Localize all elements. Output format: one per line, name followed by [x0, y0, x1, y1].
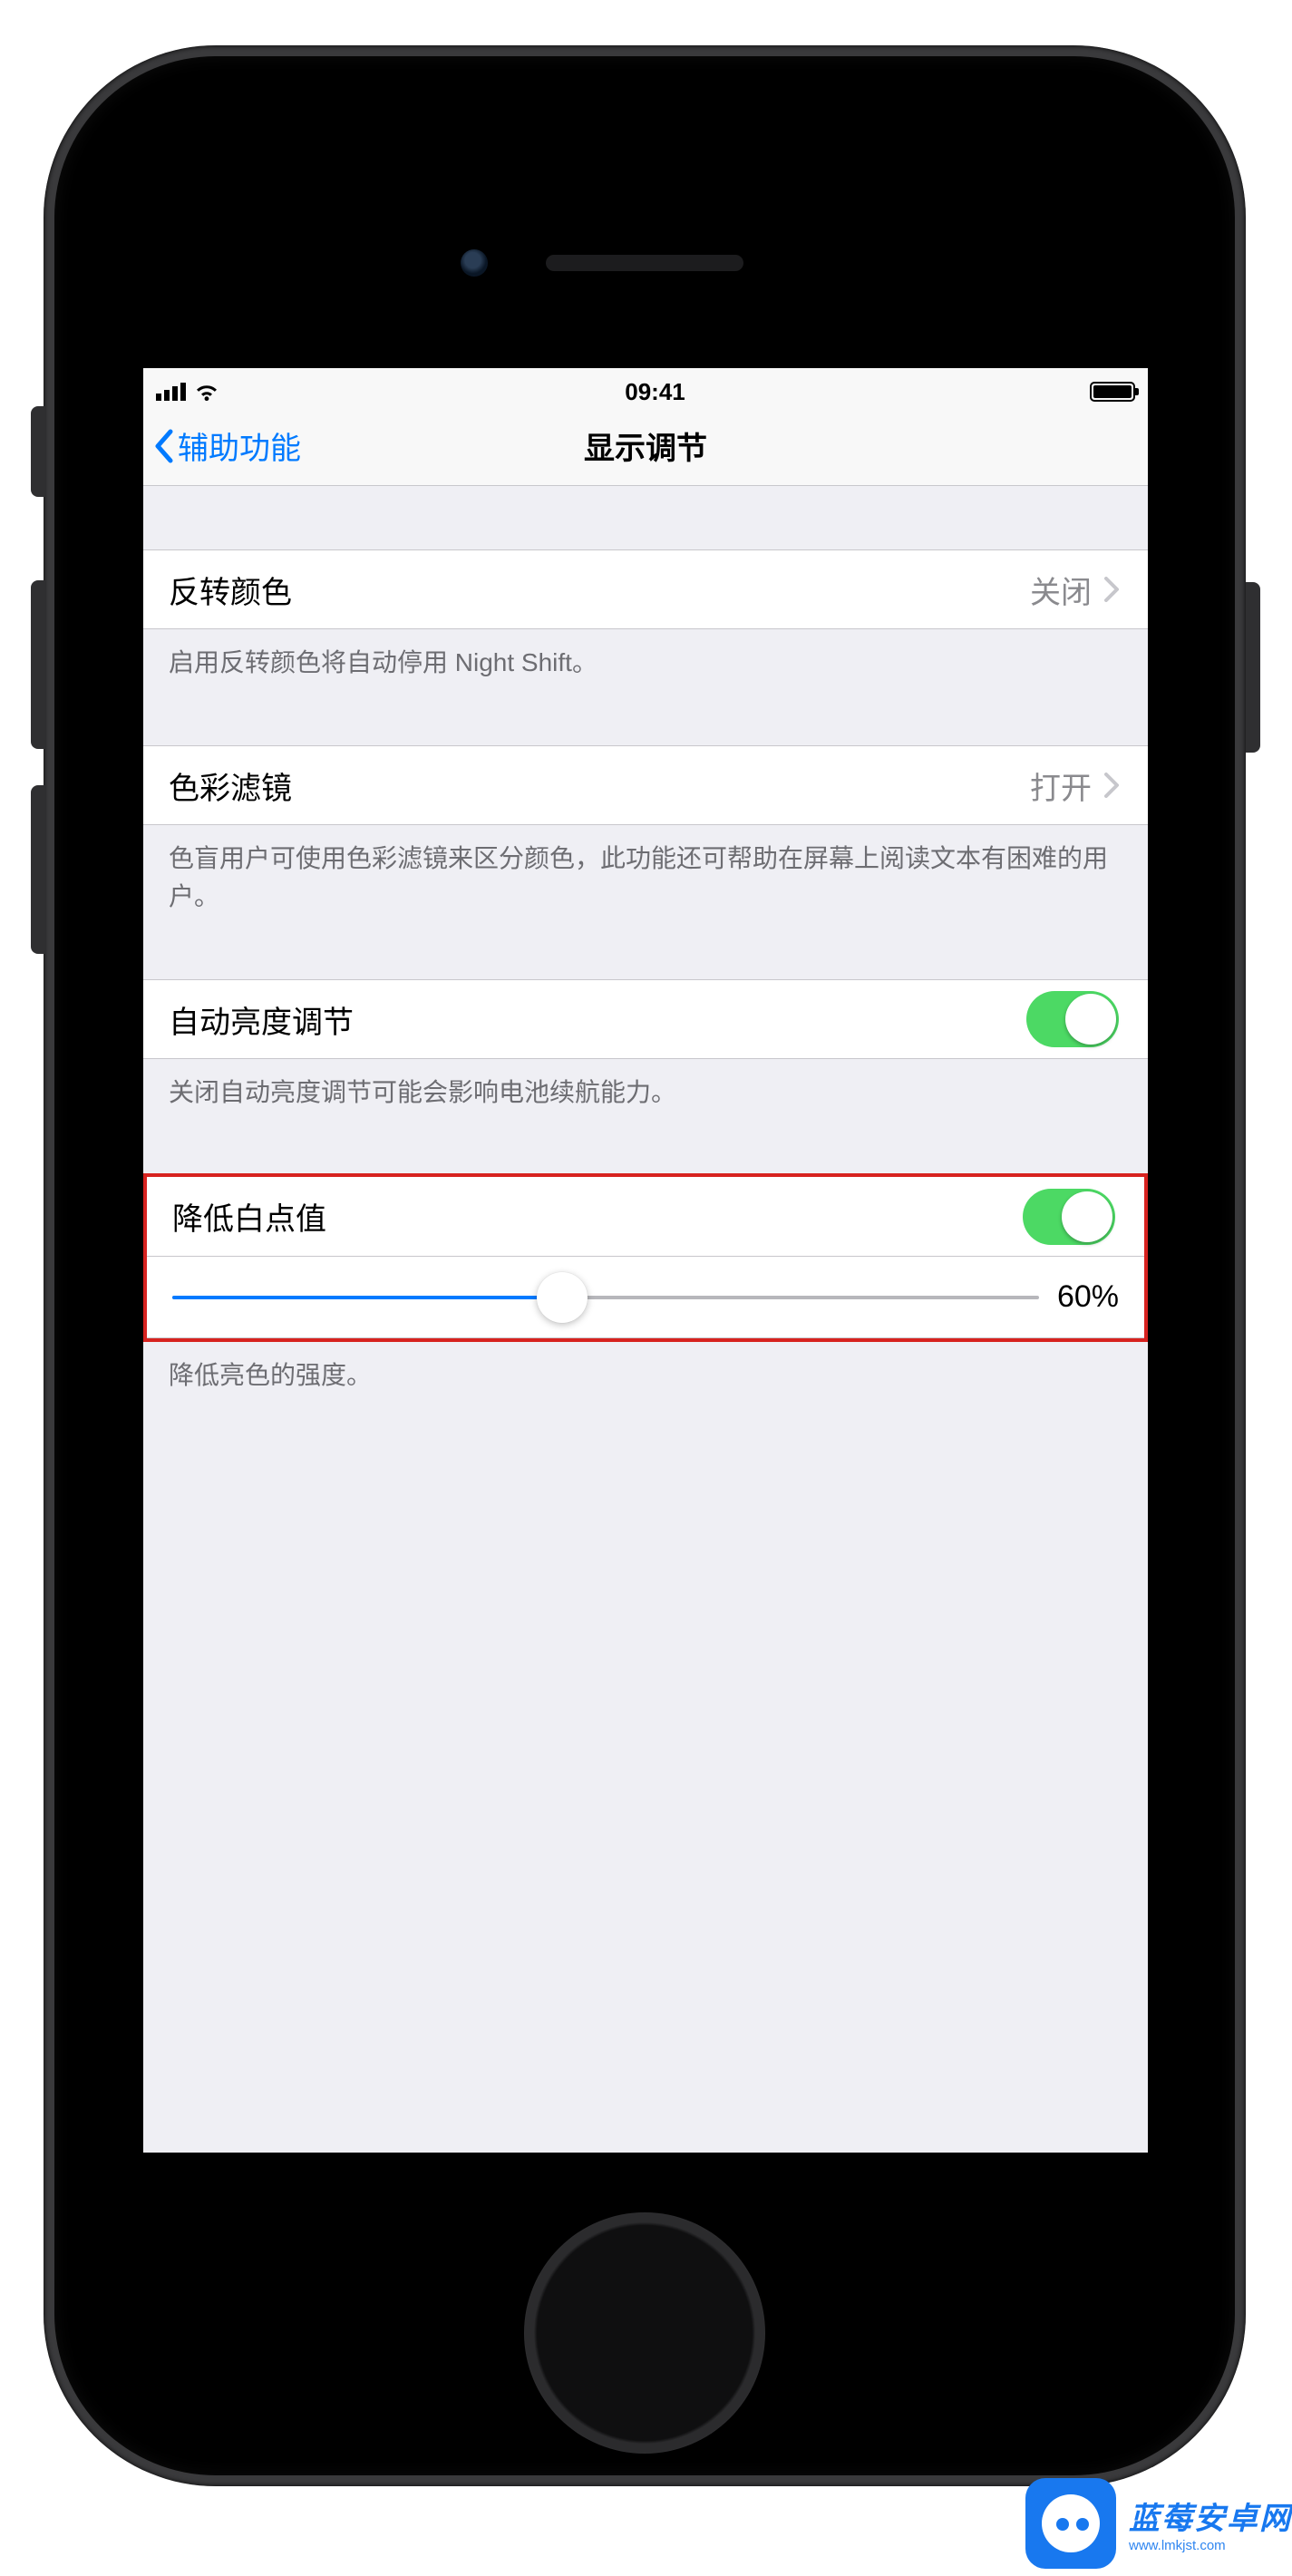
status-time: 09:41 — [625, 378, 685, 406]
mute-switch — [31, 406, 45, 497]
back-button[interactable]: 辅助功能 — [152, 406, 301, 485]
row-reduce-white-point: 降低白点值 — [147, 1177, 1144, 1257]
nav-bar: 辅助功能 显示调节 — [143, 406, 1148, 486]
row-label: 自动亮度调节 — [169, 997, 354, 1042]
row-value: 打开 — [1030, 763, 1092, 808]
slider-thumb[interactable] — [537, 1272, 588, 1323]
row-label: 反转颜色 — [169, 568, 292, 612]
footnote-white: 降低亮色的强度。 — [143, 1342, 1148, 1395]
volume-up-button — [31, 580, 45, 749]
page-title: 显示调节 — [584, 423, 707, 468]
power-button — [1246, 582, 1260, 753]
watermark-name: 蓝莓安卓网 — [1129, 2493, 1292, 2538]
status-bar: 09:41 — [143, 368, 1148, 406]
auto-brightness-toggle[interactable] — [1026, 991, 1119, 1047]
white-point-slider[interactable] — [172, 1296, 1039, 1299]
volume-down-button — [31, 785, 45, 954]
row-auto-brightness: 自动亮度调节 — [143, 979, 1148, 1059]
reduce-white-point-toggle[interactable] — [1023, 1189, 1115, 1245]
row-label: 降低白点值 — [172, 1194, 326, 1239]
row-label: 色彩滤镜 — [169, 763, 292, 808]
highlighted-group: 降低白点值 60% — [143, 1173, 1148, 1342]
front-camera — [461, 249, 488, 277]
footnote-filter: 色盲用户可使用色彩滤镜来区分颜色，此功能还可帮助在屏幕上阅读文本有困难的用户。 — [143, 825, 1148, 916]
chevron-right-icon — [1104, 577, 1119, 602]
wifi-icon — [193, 382, 220, 402]
chevron-left-icon — [152, 428, 174, 464]
row-white-point-slider: 60% — [147, 1257, 1144, 1338]
row-color-filter[interactable]: 色彩滤镜 打开 — [143, 745, 1148, 825]
battery-icon — [1090, 382, 1135, 402]
screen: 09:41 辅助功能 显示调节 反转颜色 关闭 启用反转颜色将自动停用 Nigh… — [143, 368, 1148, 2153]
cellular-icon — [156, 383, 186, 401]
row-value: 关闭 — [1030, 568, 1092, 612]
row-invert-colors[interactable]: 反转颜色 关闭 — [143, 549, 1148, 629]
back-label: 辅助功能 — [178, 423, 301, 468]
speaker-grille — [546, 255, 743, 271]
slider-value: 60% — [1057, 1279, 1119, 1315]
footnote-invert: 启用反转颜色将自动停用 Night Shift。 — [143, 629, 1148, 682]
home-button[interactable] — [524, 2212, 765, 2454]
footnote-auto: 关闭自动亮度调节可能会影响电池续航能力。 — [143, 1059, 1148, 1112]
watermark-icon — [1025, 2478, 1116, 2569]
watermark: 蓝莓安卓网 www.lmkjst.com — [1025, 2478, 1292, 2569]
watermark-url: www.lmkjst.com — [1129, 2538, 1292, 2553]
chevron-right-icon — [1104, 773, 1119, 798]
